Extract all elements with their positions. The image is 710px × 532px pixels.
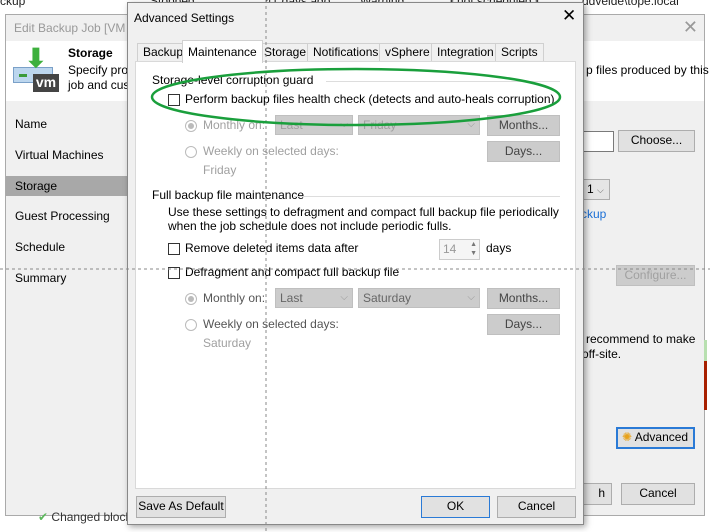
highlight-ellipse bbox=[150, 67, 562, 127]
annotation-overlay bbox=[0, 0, 710, 532]
